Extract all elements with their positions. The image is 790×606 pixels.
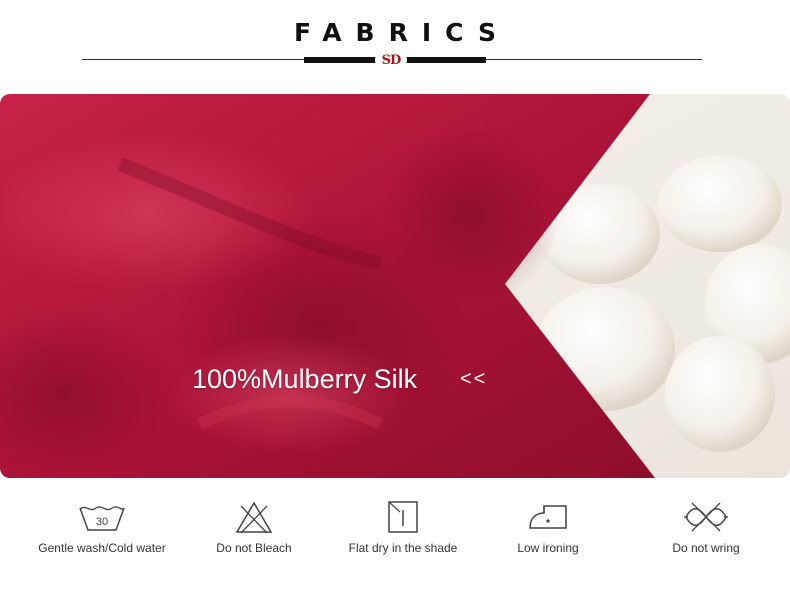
banner-headline: 100%Mulberry Silk [192,364,418,394]
no-wring-icon [684,502,728,532]
care-label-bleach: Do not Bleach [216,541,292,555]
care-instructions: 30 Gentle wash/Cold water Do not Bleach … [0,500,790,570]
care-item-wash: 30 Gentle wash/Cold water [22,500,182,555]
care-label-wring: Do not wring [672,541,740,555]
section-title: FABRICS [294,18,510,47]
wash-temperature: 30 [96,516,108,528]
care-item-dry: Flat dry in the shade [323,500,483,555]
no-bleach-icon [235,501,273,534]
care-item-iron: Low ironing [468,500,628,555]
care-label-dry: Flat dry in the shade [348,541,458,555]
care-label-iron: Low ironing [517,541,579,555]
flat-dry-shade-icon [388,501,418,533]
section-header: FABRICS SD [0,0,790,92]
brand-logo: SD [375,52,407,68]
banner-image [0,94,790,478]
care-item-bleach: Do not Bleach [174,500,334,555]
brand-logo-text: SD [381,52,402,68]
wash-30-icon: 30 [79,506,125,531]
care-label-wash: Gentle wash/Cold water [38,541,166,555]
care-item-wring: Do not wring [626,500,786,555]
banner-arrows: << [460,368,488,390]
low-iron-icon [529,505,567,529]
fabric-banner: 100%Mulberry Silk << [0,94,790,478]
